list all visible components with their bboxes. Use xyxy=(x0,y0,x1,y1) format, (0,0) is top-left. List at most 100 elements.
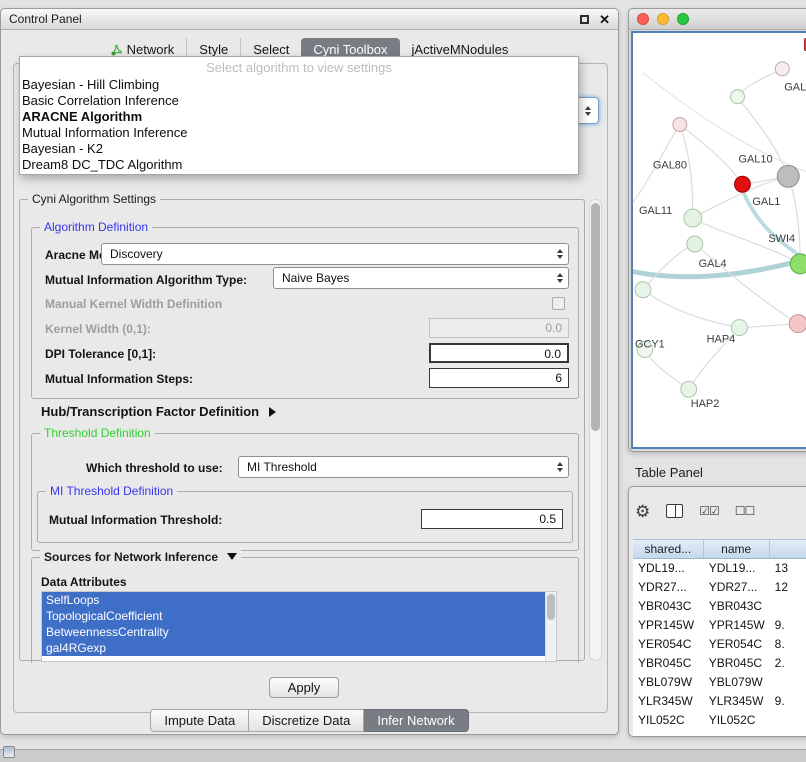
algorithm-option-bayesian-hill-climbing[interactable]: Bayesian - Hill Climbing xyxy=(20,77,578,93)
mi-algorithm-type-combo[interactable]: Naive Bayes xyxy=(273,267,569,289)
control-panel-titlebar: Control Panel ✕ xyxy=(1,9,618,30)
gear-icon[interactable]: ⚙ xyxy=(635,503,650,520)
data-table-body: YDL19...YDL19...13YDR27...YDR27...12YBR0… xyxy=(633,559,806,730)
network-canvas[interactable]: GAL80GAL10GAL11GAL1SWI4GAL4GCY1HAP4HAP2G… xyxy=(631,31,806,449)
table-cell: YBL079W xyxy=(704,673,770,692)
which-threshold-label: Which threshold to use: xyxy=(86,461,223,475)
network-node-label: GAL10 xyxy=(738,153,772,165)
close-traffic-light[interactable] xyxy=(637,13,649,25)
bottom-left-app-icon[interactable] xyxy=(3,746,15,758)
network-node[interactable] xyxy=(790,254,806,274)
table-cell: YBL079W xyxy=(633,673,704,692)
bottom-tab-infer-network[interactable]: Infer Network xyxy=(364,709,468,732)
network-node[interactable] xyxy=(684,209,702,227)
network-tab-icon xyxy=(111,44,123,56)
apply-button[interactable]: Apply xyxy=(269,677,339,698)
network-edge xyxy=(645,349,689,389)
algorithm-option-basic-correlation-inference[interactable]: Basic Correlation Inference xyxy=(20,93,578,109)
table-row[interactable]: YER054CYER054C8. xyxy=(633,635,806,654)
table-row[interactable]: YPR145WYPR145W9. xyxy=(633,616,806,635)
network-node-label: GAL80 xyxy=(653,159,687,171)
manual-kernel-checkbox[interactable] xyxy=(552,297,565,310)
network-node[interactable] xyxy=(687,236,703,252)
table-row[interactable]: YBL079WYBL079W xyxy=(633,673,806,692)
hub-section-text: Hub/Transcription Factor Definition xyxy=(41,404,259,419)
tab-label: Select xyxy=(253,42,289,57)
attribute-item-selfloops[interactable]: SelfLoops xyxy=(42,592,556,608)
kernel-width-field[interactable]: 0.0 xyxy=(429,318,569,338)
close-icon[interactable]: ✕ xyxy=(599,13,610,26)
table-cell: 12 xyxy=(770,578,806,597)
mi-steps-field[interactable]: 6 xyxy=(429,368,569,388)
table-cell: YER054C xyxy=(704,635,770,654)
sources-title[interactable]: Sources for Network Inference xyxy=(40,550,241,564)
table-window: ⚙ ☑☑ ☐☐ shared...name YDL19...YDL19...13… xyxy=(628,486,806,737)
table-cell: YPR145W xyxy=(633,616,704,635)
network-canvas-svg: GAL80GAL10GAL11GAL1SWI4GAL4GCY1HAP4HAP2G… xyxy=(633,33,806,447)
table-row[interactable]: YBR043CYBR043C xyxy=(633,597,806,616)
network-edge xyxy=(680,125,743,185)
network-node[interactable] xyxy=(731,90,745,104)
table-row[interactable]: YDR27...YDR27...12 xyxy=(633,578,806,597)
dpi-tolerance-field[interactable]: 0.0 xyxy=(429,343,569,363)
attributes-scroll-thumb[interactable] xyxy=(547,594,555,620)
network-titlebar xyxy=(629,9,806,30)
deselect-all-checkboxes-icon[interactable]: ☐☐ xyxy=(735,504,755,518)
table-header-cell-2[interactable] xyxy=(770,540,806,558)
select-all-checkboxes-icon[interactable]: ☑☑ xyxy=(699,504,719,518)
mi-threshold-field[interactable]: 0.5 xyxy=(421,509,563,529)
table-cell: YDL19... xyxy=(704,559,770,578)
hub-section-label[interactable]: Hub/Transcription Factor Definition xyxy=(41,404,276,419)
network-node[interactable] xyxy=(789,315,806,333)
network-node-label: GAL11 xyxy=(639,205,672,217)
columns-icon[interactable] xyxy=(666,504,683,518)
algorithm-option-aracne-algorithm[interactable]: ARACNE Algorithm xyxy=(20,109,578,125)
algorithm-option-bayesian-k2[interactable]: Bayesian - K2 xyxy=(20,141,578,157)
network-node[interactable] xyxy=(777,165,799,187)
mi-steps-label: Mutual Information Steps: xyxy=(45,372,193,386)
aracne-mode-combo[interactable]: Discovery xyxy=(101,243,569,265)
network-node[interactable] xyxy=(735,176,751,192)
table-cell: 8. xyxy=(770,635,806,654)
bottom-tab-impute-data[interactable]: Impute Data xyxy=(150,709,249,732)
algorithm-option-dream8-dc-tdc-algorithm[interactable]: Dream8 DC_TDC Algorithm xyxy=(20,157,578,173)
network-edge xyxy=(643,290,740,328)
data-table-header: shared...name xyxy=(633,539,806,559)
network-node[interactable] xyxy=(775,62,789,76)
float-icon[interactable] xyxy=(580,15,589,24)
settings-scroll-thumb[interactable] xyxy=(591,203,600,431)
table-row[interactable]: YDL19...YDL19...13 xyxy=(633,559,806,578)
mi-threshold-group-title: MI Threshold Definition xyxy=(46,484,177,498)
attribute-item-gal4rgexp[interactable]: gal4RGexp xyxy=(42,640,556,656)
network-node[interactable] xyxy=(635,282,651,298)
table-cell: YDL19... xyxy=(633,559,704,578)
network-edge xyxy=(695,244,799,324)
table-row[interactable]: YLR345WYLR345W9. xyxy=(633,692,806,711)
attribute-item-topologicalcoefficient[interactable]: TopologicalCoefficient xyxy=(42,608,556,624)
threshold-definition-title: Threshold Definition xyxy=(40,426,155,440)
zoom-traffic-light[interactable] xyxy=(677,13,689,25)
network-node[interactable] xyxy=(673,118,687,132)
table-cell: YER054C xyxy=(633,635,704,654)
data-table: shared...name YDL19...YDL19...13YDR27...… xyxy=(633,539,806,736)
table-row[interactable]: YBR045CYBR045C2. xyxy=(633,654,806,673)
table-header-cell-0[interactable]: shared... xyxy=(633,540,704,558)
which-threshold-combo[interactable]: MI Threshold xyxy=(238,456,569,478)
settings-scrollbar[interactable] xyxy=(589,199,602,661)
table-cell: YLR345W xyxy=(633,692,704,711)
attribute-item-betweennesscentrality[interactable]: BetweennessCentrality xyxy=(42,624,556,640)
table-cell: 2. xyxy=(770,654,806,673)
data-attributes-label: Data Attributes xyxy=(41,575,127,589)
attributes-list[interactable]: SelfLoopsTopologicalCoefficientBetweenne… xyxy=(41,591,557,662)
table-cell xyxy=(770,711,806,730)
table-header-cell-1[interactable]: name xyxy=(704,540,770,558)
algorithm-combo-arrow[interactable] xyxy=(577,97,599,124)
minimize-traffic-light[interactable] xyxy=(657,13,669,25)
bottom-tab-discretize-data[interactable]: Discretize Data xyxy=(249,709,364,732)
attributes-list-scrollbar[interactable] xyxy=(545,592,556,661)
algorithm-option-mutual-information-inference[interactable]: Mutual Information Inference xyxy=(20,125,578,141)
network-edge xyxy=(643,73,806,173)
table-cell: 13 xyxy=(770,559,806,578)
table-row[interactable]: YIL052CYIL052C xyxy=(633,711,806,730)
network-node[interactable] xyxy=(681,381,697,397)
